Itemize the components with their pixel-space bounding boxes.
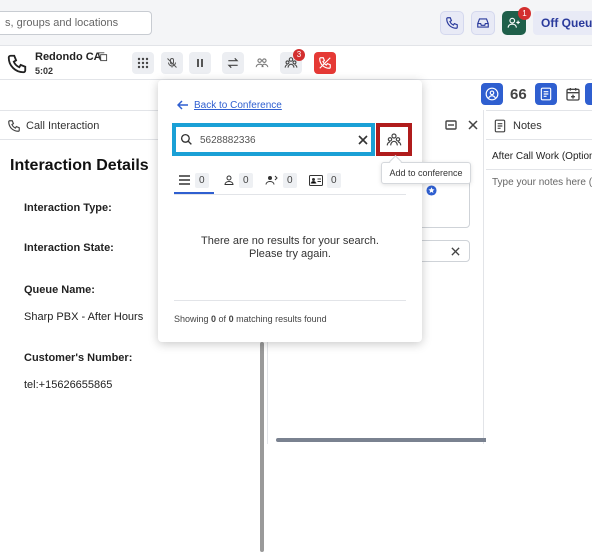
hangup-icon — [318, 56, 332, 70]
match-prefix: Showing — [174, 314, 212, 324]
interaction-state-label: Interaction State: — [24, 242, 114, 254]
phone-icon — [7, 119, 21, 133]
list-icon — [178, 175, 191, 185]
pause-icon — [195, 58, 205, 68]
notes-toggle-button[interactable] — [535, 83, 557, 105]
consult-button[interactable] — [251, 52, 273, 74]
after-call-work-label: After Call Work (Optional — [492, 151, 592, 162]
conference-count-badge: 3 — [293, 49, 305, 61]
person-add-icon — [507, 16, 521, 30]
text-input[interactable] — [418, 240, 470, 262]
tab-contacts[interactable]: 0 — [309, 169, 341, 191]
dialpad-button[interactable] — [132, 52, 154, 74]
tab-queues[interactable]: 0 — [265, 169, 297, 191]
mic-off-icon — [166, 57, 178, 69]
customer-number-value: tel:+15626655865 — [24, 379, 113, 391]
tab-contacts-count: 0 — [327, 172, 341, 188]
customer-number-label: Customer's Number: — [24, 352, 133, 364]
transfer-icon — [226, 56, 240, 70]
call-duration: 5:02 — [35, 66, 54, 76]
calendar-add-icon[interactable] — [565, 86, 581, 102]
top-bar: s, groups and locations 1 Off Queue — [0, 0, 592, 46]
no-results-message: There are no results for your search. Pl… — [158, 235, 422, 261]
group-icon — [265, 174, 279, 186]
directory-search-input[interactable]: s, groups and locations — [0, 11, 152, 35]
profile-button[interactable] — [481, 83, 503, 105]
conference-icon — [386, 132, 402, 148]
phone-button[interactable] — [440, 11, 464, 35]
search-value: 5628882336 — [200, 135, 256, 146]
interaction-details-title: Interaction Details — [10, 157, 149, 174]
caller-name: Redondo CA — [35, 51, 102, 63]
panel-title: Call Interaction — [26, 120, 100, 132]
notes-header: Notes — [486, 110, 592, 140]
tab-all[interactable]: 0 — [178, 169, 209, 191]
star-icon — [426, 185, 437, 196]
inbox-icon — [476, 16, 490, 30]
hold-button[interactable] — [189, 52, 211, 74]
clear-icon[interactable] — [451, 247, 460, 256]
close-icon[interactable] — [468, 120, 478, 130]
copy-icon[interactable] — [97, 51, 108, 62]
dialpad-icon — [137, 57, 149, 69]
hangup-button[interactable] — [314, 52, 336, 74]
document-icon — [494, 119, 506, 133]
no-results-line-1: There are no results for your search. — [201, 235, 379, 247]
divider — [174, 194, 406, 195]
status-dropdown[interactable]: Off Queue — [533, 11, 592, 35]
panel-scrollbar[interactable] — [260, 342, 264, 552]
notes-input[interactable]: Type your notes here (no — [492, 177, 592, 188]
interaction-count: 66 — [510, 86, 527, 103]
notes-panel: Notes After Call Work (Optional Type you… — [486, 110, 592, 444]
phone-icon — [445, 16, 459, 30]
tab-users-count: 0 — [239, 172, 253, 188]
no-results-line-2: Please try again. — [249, 248, 331, 260]
back-to-conference-link[interactable]: Back to Conference — [194, 100, 282, 111]
agent-notification-badge: 1 — [518, 7, 531, 20]
minimize-icon[interactable] — [445, 120, 457, 130]
transfer-button[interactable] — [222, 52, 244, 74]
match-count-text: Showing 0 of 0 matching results found — [174, 314, 327, 324]
inbox-button[interactable] — [471, 11, 495, 35]
people-icon — [255, 56, 269, 70]
notes-title: Notes — [513, 120, 542, 132]
tab-all-count: 0 — [195, 172, 209, 188]
contact-card-icon — [309, 174, 323, 186]
tab-users[interactable]: 0 — [223, 169, 253, 191]
tab-queues-count: 0 — [283, 172, 297, 188]
divider — [174, 300, 406, 301]
queue-name-value: Sharp PBX - After Hours — [24, 311, 144, 323]
mute-button[interactable] — [161, 52, 183, 74]
person-icon — [223, 174, 235, 186]
arrow-left-icon[interactable] — [177, 100, 189, 110]
clear-search-icon[interactable] — [358, 135, 368, 145]
divider — [486, 169, 592, 170]
match-of: of — [216, 314, 229, 324]
document-icon — [540, 87, 552, 101]
phone-handset-icon — [6, 53, 28, 75]
queue-name-label: Queue Name: — [24, 284, 95, 296]
add-to-conference-button[interactable] — [376, 123, 412, 156]
add-participant-popup: Back to Conference 5628882336 0 0 0 0 Th… — [158, 80, 422, 342]
participant-search-input[interactable]: 5628882336 — [172, 123, 375, 156]
account-circle-icon — [485, 87, 499, 101]
match-suffix: matching results found — [233, 314, 327, 324]
interaction-type-label: Interaction Type: — [24, 202, 112, 214]
more-button[interactable] — [585, 83, 592, 105]
search-icon — [180, 133, 193, 146]
